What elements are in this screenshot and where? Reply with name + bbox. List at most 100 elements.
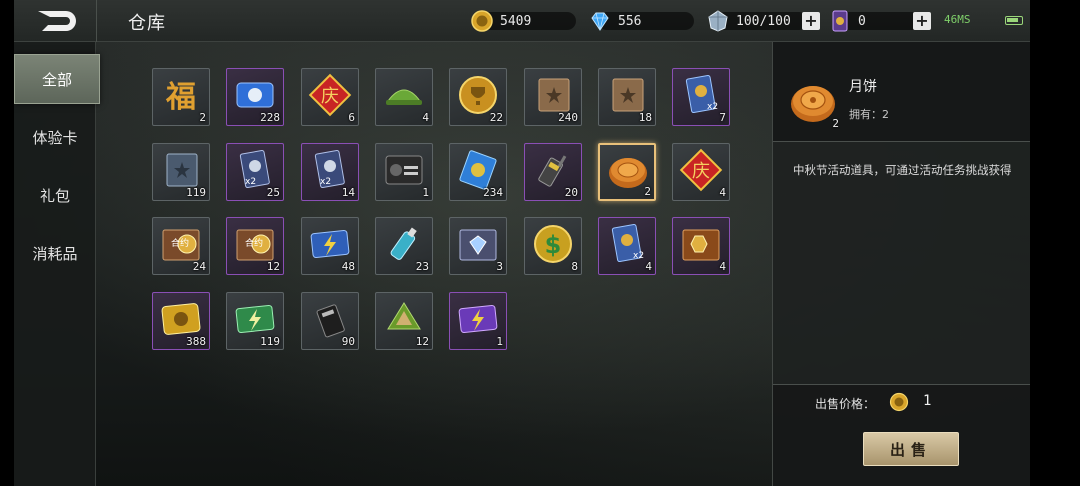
item-count: 4: [719, 186, 726, 199]
svg-text:合约: 合约: [171, 237, 189, 249]
category-label: 礼包: [39, 186, 70, 205]
item-count: 8: [571, 260, 578, 273]
item-count: 6: [348, 111, 355, 124]
item-count: 23: [415, 260, 429, 273]
item-count: 234: [483, 186, 503, 199]
item-count: 48: [341, 260, 355, 273]
category-label: 体验卡: [32, 128, 78, 147]
inventory-slot[interactable]: 4: [672, 217, 730, 275]
inventory-slot[interactable]: 合约 12: [226, 217, 284, 275]
detail-owned: 拥有：2: [849, 108, 889, 121]
inventory-slot[interactable]: 3: [449, 217, 507, 275]
inventory-slot[interactable]: 90: [301, 292, 359, 350]
sell-button[interactable]: 出售: [863, 432, 959, 466]
lightning-ticket-purple-icon: [458, 304, 498, 334]
inventory-slot[interactable]: 23: [375, 217, 433, 275]
inventory-slot[interactable]: x2 7: [672, 68, 730, 126]
svg-text:庆: 庆: [321, 86, 339, 107]
category-label: 全部: [41, 70, 72, 89]
topbar-divider: [96, 0, 97, 42]
item-count: 12: [266, 260, 280, 273]
sell-price-label: 出售价格：: [815, 397, 876, 411]
inventory-slot[interactable]: 12: [375, 292, 433, 350]
inventory-slot[interactable]: 福2: [152, 68, 210, 126]
item-count: 90: [341, 335, 355, 348]
inventory-slot[interactable]: 2: [598, 143, 656, 201]
category-tab-trial-card[interactable]: 体验卡: [14, 112, 96, 162]
x2-gold-card-icon: x2: [611, 224, 644, 263]
mooncake-icon: 2: [785, 74, 841, 130]
inventory-slot[interactable]: 庆4: [672, 143, 730, 201]
back-button[interactable]: [22, 4, 92, 38]
inventory-slot[interactable]: 234: [449, 143, 507, 201]
page-title: 仓库: [128, 13, 166, 34]
gold-coin-icon: [471, 10, 493, 32]
inventory-slot[interactable]: 1: [375, 143, 433, 201]
item-count: 22: [489, 111, 503, 124]
inventory-slot[interactable]: 119: [152, 143, 210, 201]
item-count: 12: [415, 335, 429, 348]
inventory-slot[interactable]: x2 25: [226, 143, 284, 201]
inventory-slot[interactable]: 22: [449, 68, 507, 126]
inventory-slot[interactable]: 240: [524, 68, 582, 126]
item-count: 4: [645, 260, 652, 273]
diamond-icon: [591, 12, 609, 31]
item-count: 1: [422, 186, 429, 199]
inventory-slot[interactable]: 119: [226, 292, 284, 350]
x2-gold-card-icon: x2: [685, 75, 718, 114]
inventory-slot[interactable]: 388: [152, 292, 210, 350]
item-count: 2: [199, 111, 206, 124]
category-sidebar: 全部 体验卡 礼包 消耗品: [14, 42, 100, 486]
inventory-slot[interactable]: 合约 24: [152, 217, 210, 275]
gold-coin-icon: [889, 392, 909, 412]
battery-icon: [1005, 16, 1023, 25]
back-arrow-icon: [38, 11, 76, 31]
inventory-slot[interactable]: 48: [301, 217, 359, 275]
item-count: 18: [638, 111, 652, 124]
inventory-slot[interactable]: $8: [524, 217, 582, 275]
item-detail-panel: 2 月饼 拥有：2 中秋节活动道具，可通过活动任务挑战获得 出售价格： 1 出售: [772, 42, 1031, 486]
福-icon: 福: [165, 80, 196, 115]
ticket-add-button[interactable]: +: [913, 12, 931, 30]
diamond-contract-icon: [459, 229, 497, 261]
inventory-slot[interactable]: x2 4: [598, 217, 656, 275]
network-latency: 46MS: [944, 13, 971, 26]
item-count: 4: [719, 260, 726, 273]
ticket-value: 0: [858, 13, 866, 29]
inventory-slot[interactable]: 1: [449, 292, 507, 350]
inventory-slot[interactable]: 228: [226, 68, 284, 126]
item-count: 20: [564, 186, 578, 199]
category-tab-gift-pack[interactable]: 礼包: [14, 170, 96, 220]
sell-button-label: 出售: [889, 440, 932, 459]
right-edge: [1030, 0, 1080, 486]
inventory-slot[interactable]: 20: [524, 143, 582, 201]
green-helmet-icon: [386, 89, 422, 105]
svg-text:庆: 庆: [692, 161, 710, 182]
item-count: 119: [260, 335, 280, 348]
category-tab-consumables[interactable]: 消耗品: [14, 228, 96, 278]
svg-text:x2: x2: [320, 177, 331, 187]
item-count: 3: [496, 260, 503, 273]
detail-item-name: 月饼: [849, 79, 877, 95]
diamond-counter: 556: [588, 9, 694, 33]
energy-counter: 100/100: [706, 9, 810, 33]
inventory-slot[interactable]: 庆6: [301, 68, 359, 126]
left-edge: [0, 0, 14, 486]
svg-text:合约: 合约: [245, 237, 263, 249]
item-count: 14: [341, 186, 355, 199]
detail-description: 中秋节活动道具，可通过活动任务挑战获得: [793, 163, 1012, 177]
inventory-slot[interactable]: x2 14: [301, 143, 359, 201]
category-tab-all[interactable]: 全部: [14, 54, 100, 104]
dollar-coin-icon: $: [534, 225, 572, 263]
item-count: 1: [496, 335, 503, 348]
treasure-card-icon: [682, 229, 720, 261]
sell-price-value: 1: [923, 393, 932, 409]
inventory-slot[interactable]: 18: [598, 68, 656, 126]
svg-text:x2: x2: [245, 177, 256, 187]
energy-add-button[interactable]: +: [802, 12, 820, 30]
inventory-slot[interactable]: 4: [375, 68, 433, 126]
item-count: 4: [422, 111, 429, 124]
item-count: 24: [192, 260, 206, 273]
item-count: 119: [186, 186, 206, 199]
庆-card-icon: 庆: [679, 148, 723, 192]
